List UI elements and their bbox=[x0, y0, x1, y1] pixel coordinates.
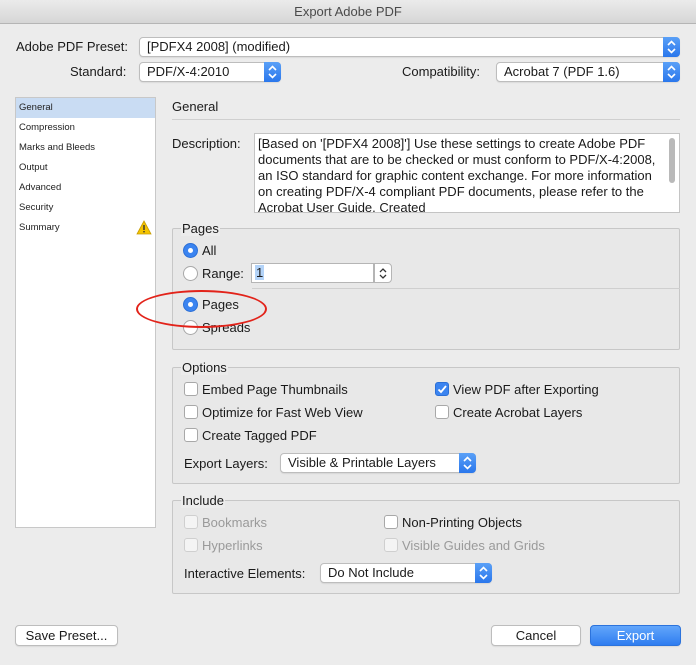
description-text[interactable]: [Based on '[PDFX4 2008]'] Use these sett… bbox=[254, 133, 680, 213]
updown-arrows-icon bbox=[663, 62, 680, 82]
sidebar-item-security[interactable]: Security bbox=[16, 198, 155, 218]
range-label: Range: bbox=[202, 266, 244, 281]
visible-guides-checkbox[interactable] bbox=[384, 538, 398, 552]
category-sidebar: General Compression Marks and Bleeds Out… bbox=[15, 97, 156, 528]
sidebar-item-compression[interactable]: Compression bbox=[16, 118, 155, 138]
compatibility-dropdown[interactable]: Acrobat 7 (PDF 1.6) bbox=[496, 62, 680, 82]
optimize-web-label: Optimize for Fast Web View bbox=[202, 405, 363, 420]
range-radio[interactable] bbox=[183, 266, 198, 281]
annotation-circle bbox=[136, 290, 267, 328]
all-radio[interactable] bbox=[183, 243, 198, 258]
standard-dropdown[interactable]: PDF/X-4:2010 bbox=[139, 62, 281, 82]
sidebar-item-advanced[interactable]: Advanced bbox=[16, 178, 155, 198]
updown-arrows-icon bbox=[379, 268, 387, 279]
export-layers-value: Visible & Printable Layers bbox=[288, 455, 436, 470]
bookmarks-checkbox[interactable] bbox=[184, 515, 198, 529]
pages-divider bbox=[252, 288, 680, 289]
include-group-title: Include bbox=[181, 493, 225, 508]
preset-label: Adobe PDF Preset: bbox=[16, 39, 128, 54]
range-value: 1 bbox=[255, 265, 265, 280]
embed-thumbnails-checkbox[interactable] bbox=[184, 382, 198, 396]
export-layers-label: Export Layers: bbox=[184, 456, 268, 471]
pages-group-title: Pages bbox=[181, 221, 220, 236]
sidebar-item-label: Summary bbox=[19, 222, 60, 233]
preset-value: [PDFX4 2008] (modified) bbox=[147, 39, 291, 54]
cancel-button[interactable]: Cancel bbox=[491, 625, 581, 646]
description-scrollbar[interactable] bbox=[669, 138, 675, 183]
optimize-web-checkbox[interactable] bbox=[184, 405, 198, 419]
title-divider bbox=[172, 119, 680, 120]
visible-guides-label: Visible Guides and Grids bbox=[402, 538, 545, 553]
updown-arrows-icon bbox=[475, 563, 492, 583]
sidebar-item-marks-and-bleeds[interactable]: Marks and Bleeds bbox=[16, 138, 155, 158]
checkmark-icon bbox=[437, 385, 447, 394]
embed-thumbnails-label: Embed Page Thumbnails bbox=[202, 382, 348, 397]
export-button[interactable]: Export bbox=[590, 625, 681, 646]
interactive-elements-dropdown[interactable]: Do Not Include bbox=[320, 563, 492, 583]
bookmarks-label: Bookmarks bbox=[202, 515, 268, 530]
range-stepper[interactable] bbox=[374, 263, 392, 283]
interactive-elements-label: Interactive Elements: bbox=[184, 566, 306, 581]
window-title: Export Adobe PDF bbox=[0, 0, 696, 24]
preset-dropdown[interactable]: [PDFX4 2008] (modified) bbox=[139, 37, 680, 57]
options-group-title: Options bbox=[181, 360, 228, 375]
tagged-pdf-checkbox[interactable] bbox=[184, 428, 198, 442]
updown-arrows-icon bbox=[459, 453, 476, 473]
save-preset-button[interactable]: Save Preset... bbox=[15, 625, 118, 646]
updown-arrows-icon bbox=[264, 62, 281, 82]
page-title: General bbox=[172, 99, 219, 114]
compatibility-label: Compatibility: bbox=[402, 64, 481, 79]
tagged-pdf-label: Create Tagged PDF bbox=[202, 428, 317, 443]
standard-value: PDF/X-4:2010 bbox=[147, 64, 230, 79]
standard-label: Standard: bbox=[70, 64, 127, 79]
description-content: [Based on '[PDFX4 2008]'] Use these sett… bbox=[258, 136, 656, 213]
view-after-label: View PDF after Exporting bbox=[453, 382, 599, 397]
sidebar-item-summary[interactable]: Summary bbox=[16, 218, 155, 238]
warning-icon bbox=[136, 220, 152, 243]
export-layers-dropdown[interactable]: Visible & Printable Layers bbox=[280, 453, 476, 473]
non-printing-checkbox[interactable] bbox=[384, 515, 398, 529]
compatibility-value: Acrobat 7 (PDF 1.6) bbox=[504, 64, 620, 79]
updown-arrows-icon bbox=[663, 37, 680, 57]
non-printing-label: Non-Printing Objects bbox=[402, 515, 522, 530]
view-after-checkbox[interactable] bbox=[435, 382, 449, 396]
acrobat-layers-checkbox[interactable] bbox=[435, 405, 449, 419]
hyperlinks-label: Hyperlinks bbox=[202, 538, 263, 553]
description-label: Description: bbox=[172, 136, 241, 151]
acrobat-layers-label: Create Acrobat Layers bbox=[453, 405, 583, 420]
interactive-elements-value: Do Not Include bbox=[328, 565, 414, 580]
range-input[interactable]: 1 bbox=[251, 263, 374, 283]
sidebar-item-general[interactable]: General bbox=[16, 98, 155, 118]
hyperlinks-checkbox[interactable] bbox=[184, 538, 198, 552]
all-label: All bbox=[202, 243, 217, 258]
sidebar-item-output[interactable]: Output bbox=[16, 158, 155, 178]
